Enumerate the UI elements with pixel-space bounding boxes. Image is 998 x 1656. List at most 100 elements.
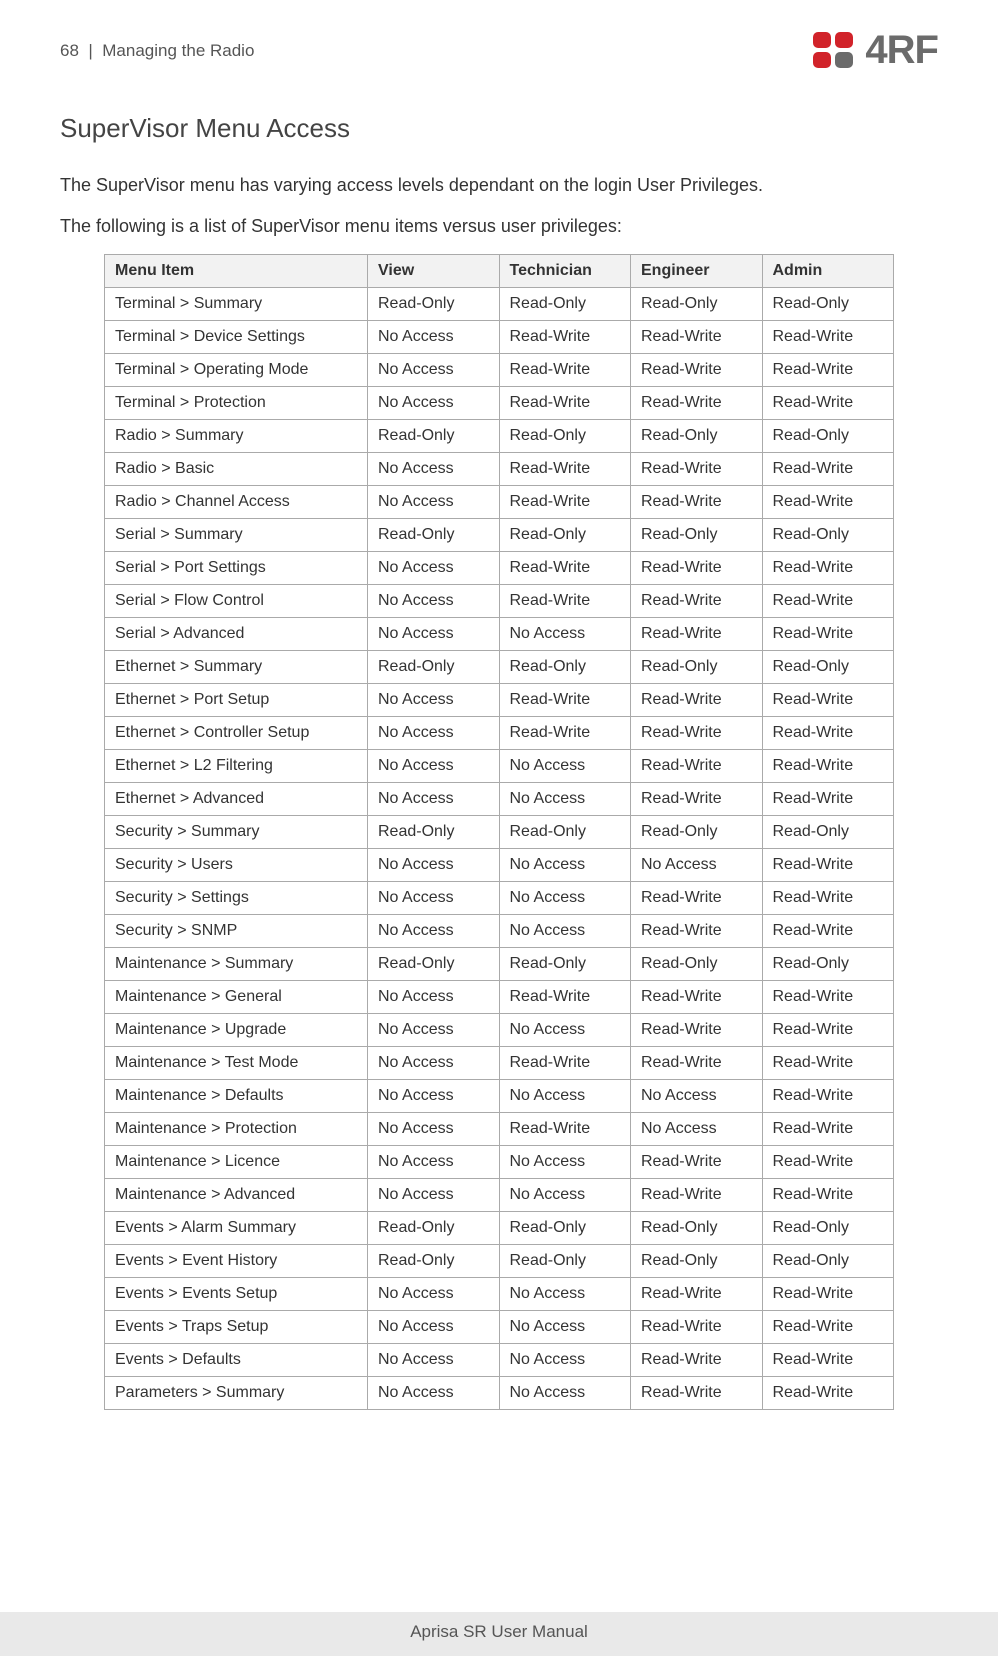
cell-access: No Access xyxy=(368,387,500,420)
cell-menu-item: Terminal > Summary xyxy=(105,288,368,321)
table-row: Maintenance > SummaryRead-OnlyRead-OnlyR… xyxy=(105,948,894,981)
cell-access: Read-Only xyxy=(762,1245,894,1278)
cell-access: Read-Write xyxy=(631,1146,763,1179)
cell-access: No Access xyxy=(368,1377,500,1410)
cell-access: Read-Write xyxy=(499,981,631,1014)
cell-access: No Access xyxy=(631,1080,763,1113)
cell-access: Read-Write xyxy=(631,981,763,1014)
cell-access: Read-Write xyxy=(499,387,631,420)
cell-access: Read-Write xyxy=(762,1278,894,1311)
cell-access: Read-Write xyxy=(631,387,763,420)
section-title: SuperVisor Menu Access xyxy=(60,113,938,144)
cell-menu-item: Maintenance > Advanced xyxy=(105,1179,368,1212)
table-row: Security > SNMPNo AccessNo AccessRead-Wr… xyxy=(105,915,894,948)
cell-access: Read-Only xyxy=(762,816,894,849)
cell-access: Read-Only xyxy=(499,288,631,321)
cell-menu-item: Ethernet > Port Setup xyxy=(105,684,368,717)
table-row: Ethernet > Port SetupNo Access Read-Write… xyxy=(105,684,894,717)
cell-access: Read-Only xyxy=(368,288,500,321)
cell-access: Read-Write xyxy=(499,585,631,618)
cell-menu-item: Security > Users xyxy=(105,849,368,882)
cell-access: Read-Only xyxy=(368,816,500,849)
cell-access: Read-Write xyxy=(631,486,763,519)
logo-text: 4RF xyxy=(865,28,938,73)
cell-access: Read-Write xyxy=(631,354,763,387)
cell-menu-item: Terminal > Device Settings xyxy=(105,321,368,354)
cell-access: No Access xyxy=(499,915,631,948)
cell-access: Read-Write xyxy=(762,981,894,1014)
header-view: View xyxy=(368,255,500,288)
cell-access: Read-Write xyxy=(762,321,894,354)
table-row: Ethernet > Controller SetupNo AccessRead… xyxy=(105,717,894,750)
cell-access: Read-Write xyxy=(631,684,763,717)
cell-menu-item: Terminal > Protection xyxy=(105,387,368,420)
cell-access: No Access xyxy=(368,1047,500,1080)
cell-access: Read-Write xyxy=(762,1344,894,1377)
cell-access: No Access xyxy=(499,1344,631,1377)
cell-access: Read-Only xyxy=(762,420,894,453)
header-sep: | xyxy=(88,41,92,60)
cell-access: No Access xyxy=(499,618,631,651)
page-footer: Aprisa SR User Manual xyxy=(0,1612,998,1656)
cell-access: Read-Write xyxy=(762,1377,894,1410)
cell-access: Read-Write xyxy=(762,717,894,750)
cell-access: Read-Only xyxy=(499,420,631,453)
cell-access: Read-Write xyxy=(499,321,631,354)
cell-access: No Access xyxy=(368,1080,500,1113)
cell-access: Read-Only xyxy=(368,1212,500,1245)
cell-access: Read-Write xyxy=(762,882,894,915)
table-header-row: Menu Item View Technician Engineer Admin xyxy=(105,255,894,288)
cell-access: No Access xyxy=(499,1179,631,1212)
cell-access: Read-Write xyxy=(762,453,894,486)
cell-access: Read-Only xyxy=(368,651,500,684)
cell-access: No Access xyxy=(368,486,500,519)
cell-menu-item: Ethernet > Controller Setup xyxy=(105,717,368,750)
cell-access: No Access xyxy=(368,552,500,585)
cell-access: Read-Write xyxy=(762,552,894,585)
cell-access: No Access xyxy=(499,1080,631,1113)
cell-access: Read-Write xyxy=(631,1377,763,1410)
table-row: Terminal > Operating ModeNo AccessRead-W… xyxy=(105,354,894,387)
cell-access: Read-Only xyxy=(762,1212,894,1245)
cell-access: Read-Write xyxy=(499,354,631,387)
table-row: Security > SettingsNo AccessNo AccessRea… xyxy=(105,882,894,915)
cell-access: Read-Write xyxy=(631,750,763,783)
cell-access: Read-Only xyxy=(368,1245,500,1278)
cell-access: Read-Write xyxy=(762,1146,894,1179)
cell-access: Read-Write xyxy=(631,717,763,750)
table-row: Terminal > SummaryRead-OnlyRead-OnlyRead… xyxy=(105,288,894,321)
cell-menu-item: Radio > Basic xyxy=(105,453,368,486)
cell-access: Read-Only xyxy=(631,519,763,552)
cell-access: Read-Write xyxy=(631,1179,763,1212)
table-row: Radio > Channel AccessNo AccessRead-Writ… xyxy=(105,486,894,519)
table-row: Maintenance > ProtectionNo AccessRead-Wr… xyxy=(105,1113,894,1146)
cell-access: Read-Write xyxy=(631,1311,763,1344)
table-row: Serial > Flow ControlNo AccessRead-Write… xyxy=(105,585,894,618)
table-row: Events > DefaultsNo AccessNo AccessRead-… xyxy=(105,1344,894,1377)
cell-access: No Access xyxy=(499,1311,631,1344)
cell-access: Read-Only xyxy=(631,948,763,981)
cell-access: Read-Only xyxy=(631,1212,763,1245)
cell-access: Read-Write xyxy=(499,486,631,519)
cell-access: Read-Write xyxy=(762,618,894,651)
cell-access: No Access xyxy=(368,618,500,651)
cell-menu-item: Serial > Flow Control xyxy=(105,585,368,618)
cell-access: No Access xyxy=(499,849,631,882)
table-row: Maintenance > UpgradeNo AccessNo AccessR… xyxy=(105,1014,894,1047)
cell-access: Read-Write xyxy=(499,717,631,750)
cell-menu-item: Ethernet > Advanced xyxy=(105,783,368,816)
cell-access: No Access xyxy=(368,1278,500,1311)
logo: 4RF xyxy=(811,28,938,73)
cell-access: Read-Only xyxy=(762,948,894,981)
cell-menu-item: Terminal > Operating Mode xyxy=(105,354,368,387)
cell-access: No Access xyxy=(499,1146,631,1179)
cell-access: Read-Only xyxy=(368,519,500,552)
header-engineer: Engineer xyxy=(631,255,763,288)
cell-access: Read-Write xyxy=(631,1278,763,1311)
header-left: 68 | Managing the Radio xyxy=(60,41,254,61)
table-row: Maintenance > Test ModeNo AccessRead-Wri… xyxy=(105,1047,894,1080)
table-row: Serial > AdvancedNo AccessNo AccessRead-… xyxy=(105,618,894,651)
cell-access: No Access xyxy=(368,684,500,717)
cell-access: No Access xyxy=(368,849,500,882)
cell-menu-item: Maintenance > Upgrade xyxy=(105,1014,368,1047)
